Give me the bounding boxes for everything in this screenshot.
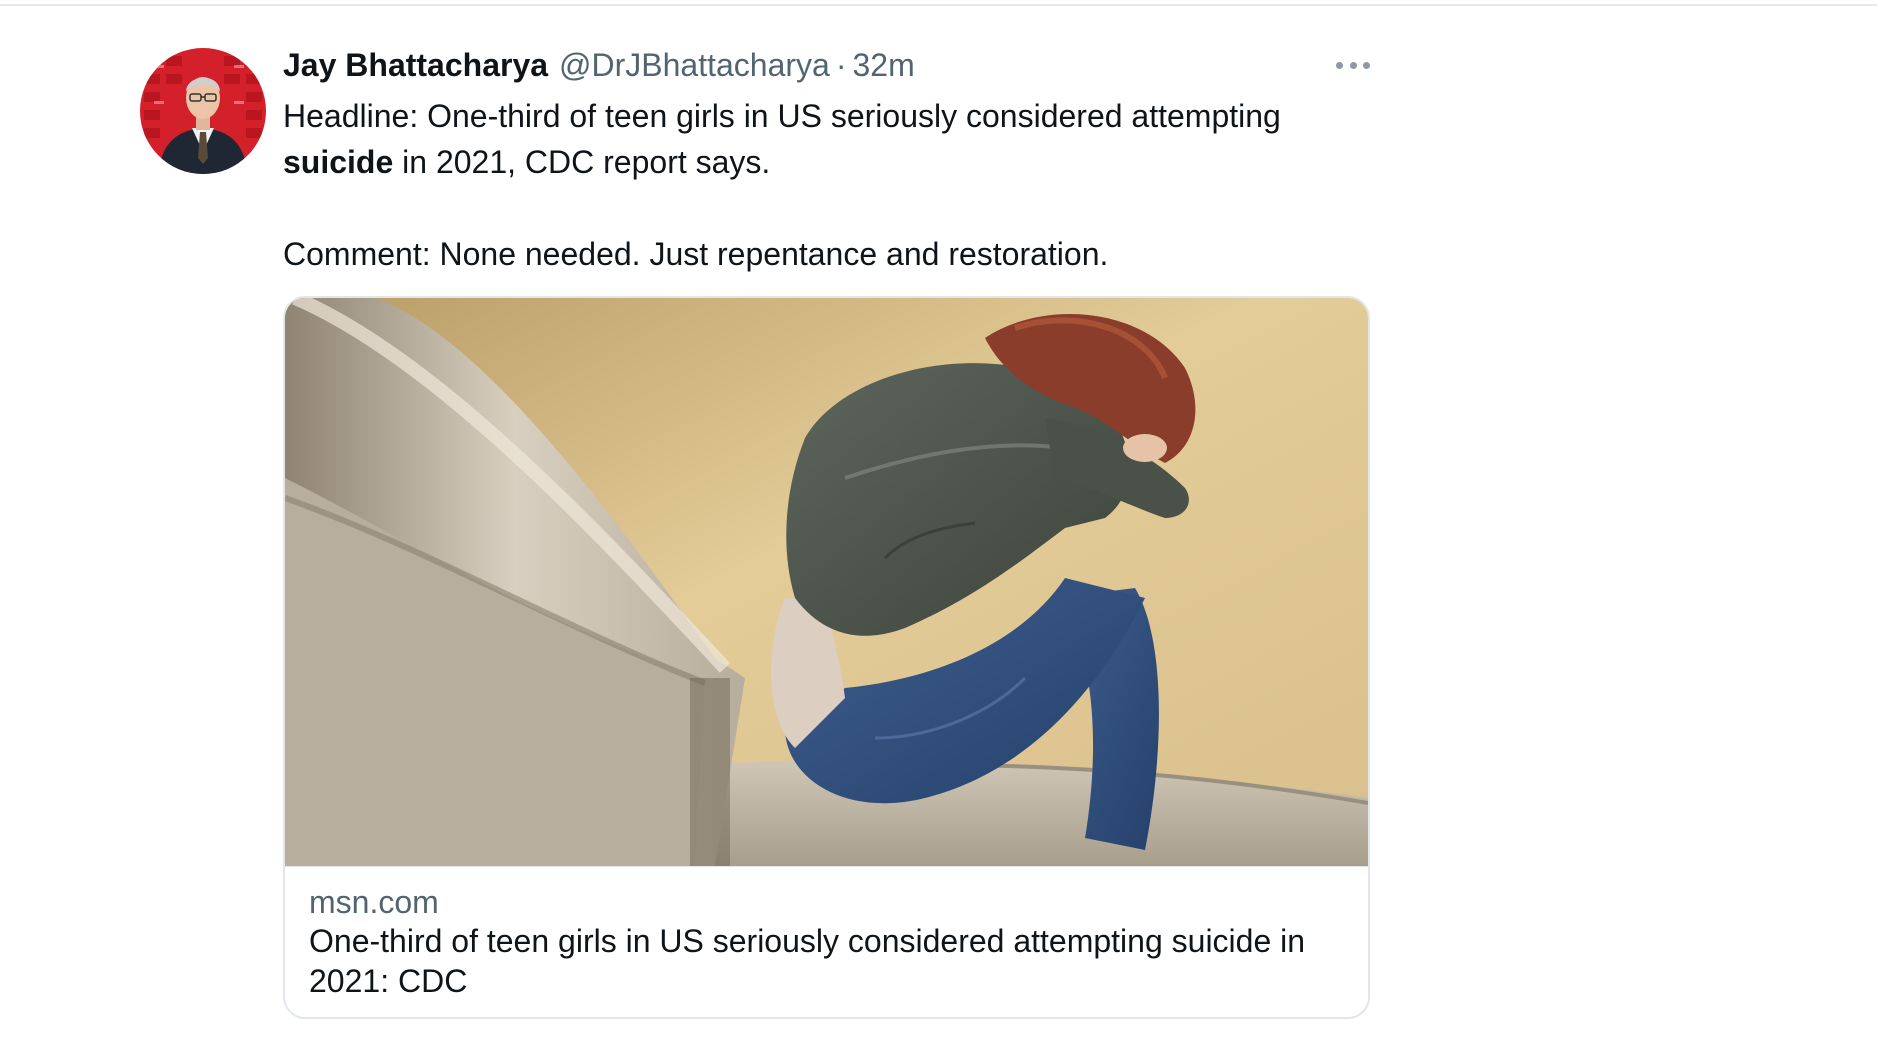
tweet-header: Jay Bhattacharya @DrJBhattacharya · 32m bbox=[283, 44, 915, 86]
girl-on-stairs-photo bbox=[285, 298, 1368, 866]
link-title[interactable]: One-third of teen girls in US seriously … bbox=[309, 921, 1349, 1001]
tweet-timestamp[interactable]: 32m bbox=[853, 44, 915, 86]
more-dot bbox=[1363, 61, 1370, 69]
more-dot bbox=[1336, 61, 1343, 69]
link-domain[interactable]: msn.com bbox=[309, 882, 439, 922]
more-dot bbox=[1349, 61, 1357, 69]
link-preview-image[interactable] bbox=[285, 298, 1368, 867]
highlighted-word: suicide bbox=[283, 144, 394, 180]
more-horizontal-icon[interactable] bbox=[1336, 56, 1370, 74]
tweet-text: Headline: One-third of teen girls in US … bbox=[283, 93, 1383, 277]
link-preview-card[interactable]: msn.com One-third of teen girls in US se… bbox=[283, 296, 1370, 1019]
comment-paragraph: Comment: None needed. Just repentance an… bbox=[283, 236, 1109, 272]
separator-dot: · bbox=[835, 47, 847, 83]
headline-paragraph: Headline: One-third of teen girls in US … bbox=[283, 93, 1383, 185]
headline-text: Headline: One-third of teen girls in US … bbox=[283, 98, 1281, 134]
author-handle[interactable]: @DrJBhattacharya bbox=[559, 44, 830, 86]
author-display-name[interactable]: Jay Bhattacharya bbox=[283, 44, 548, 86]
tweet[interactable]: Jay Bhattacharya @DrJBhattacharya · 32m … bbox=[0, 0, 1877, 1038]
avatar-image bbox=[140, 48, 266, 174]
avatar[interactable] bbox=[140, 48, 266, 174]
headline-suffix: in 2021, CDC report says. bbox=[393, 144, 771, 180]
